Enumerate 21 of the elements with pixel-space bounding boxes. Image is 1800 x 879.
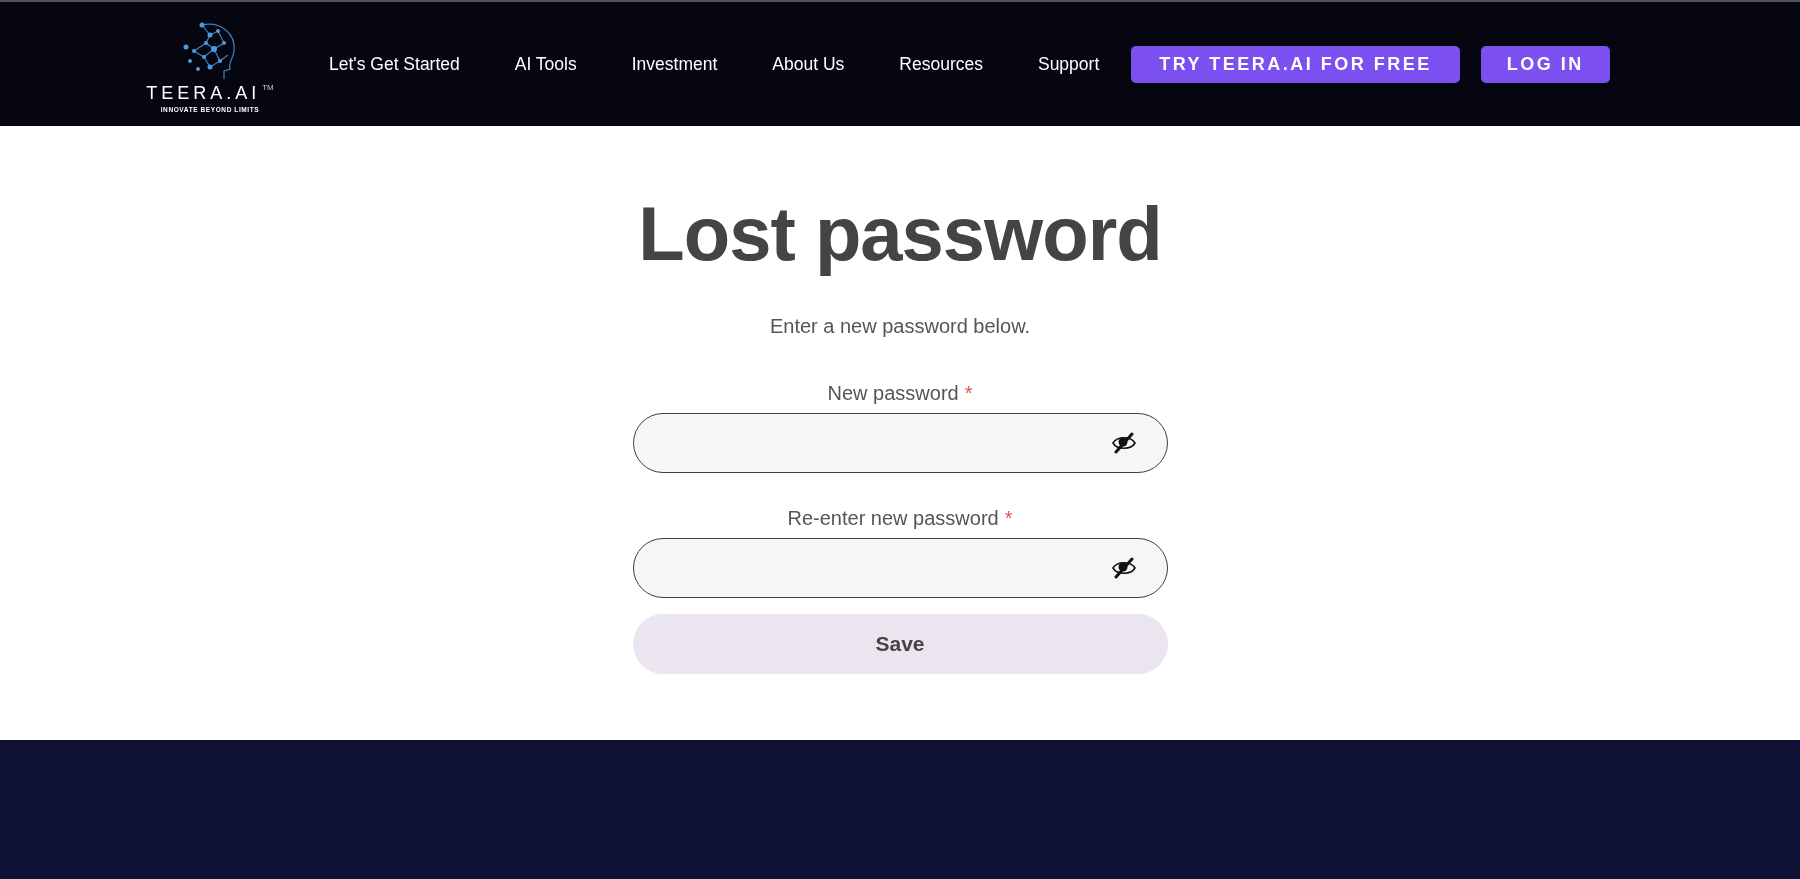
eye-slash-icon[interactable] bbox=[1110, 432, 1137, 454]
free-trial-button[interactable]: TRY TEERA.AI FOR FREE bbox=[1131, 45, 1460, 83]
eye-slash-icon[interactable] bbox=[1110, 557, 1137, 579]
required-mark: * bbox=[964, 382, 973, 405]
password-field[interactable] bbox=[632, 413, 1168, 473]
password-field[interactable] bbox=[632, 538, 1168, 598]
field-label: New password bbox=[827, 382, 959, 405]
save-button[interactable]: Save bbox=[632, 614, 1168, 674]
logo-wordmark[interactable]: TEERA.AI bbox=[146, 83, 261, 104]
nav-link[interactable]: AI Tools bbox=[514, 53, 577, 75]
field-label: Re-enter new password bbox=[787, 507, 999, 530]
nav-link[interactable]: Let's Get Started bbox=[329, 53, 460, 75]
required-mark: * bbox=[1004, 507, 1013, 530]
page-title: Lost password bbox=[638, 190, 1162, 277]
nav-link[interactable]: Investment bbox=[631, 53, 718, 75]
nav-link[interactable]: About Us bbox=[772, 53, 845, 75]
nav-link[interactable]: Resources bbox=[899, 53, 983, 75]
nav-link[interactable]: Support bbox=[1037, 53, 1100, 75]
intro-text: Enter a new password below. bbox=[769, 315, 1031, 338]
login-button[interactable]: LOG IN bbox=[1480, 45, 1610, 83]
trademark-mark: TM bbox=[262, 83, 274, 92]
